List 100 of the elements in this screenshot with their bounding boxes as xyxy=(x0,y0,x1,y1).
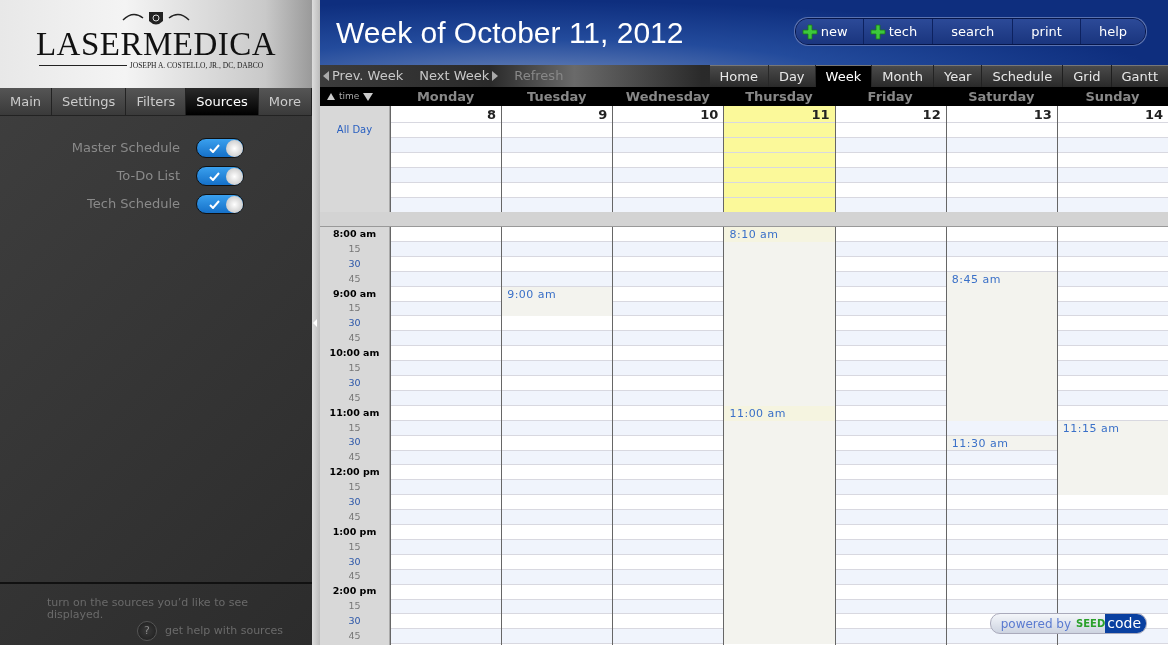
time-slot-label: 15 xyxy=(347,361,362,375)
check-icon xyxy=(209,172,220,181)
collapse-arrow-icon xyxy=(312,318,318,328)
source-label: To-Do List xyxy=(116,167,180,186)
day-column[interactable] xyxy=(612,227,724,645)
toolbar-button[interactable]: help xyxy=(1080,19,1145,44)
time-slot-label: 1:00 pm xyxy=(331,524,378,539)
time-slot-label: 45 xyxy=(347,331,362,346)
time-slot-label: 45 xyxy=(347,390,362,405)
help-button[interactable]: ? xyxy=(137,621,157,641)
time-slot-label: 30 xyxy=(347,375,362,390)
time-slot-label: 45 xyxy=(347,509,362,524)
all-day-cell[interactable] xyxy=(1057,122,1168,212)
all-day-cell[interactable] xyxy=(946,122,1057,212)
date-number: 10 xyxy=(699,106,720,122)
toolbar-button[interactable]: tech xyxy=(863,19,934,44)
day-name: Thursday xyxy=(744,88,814,106)
source-toggle[interactable] xyxy=(196,166,244,186)
day-name: Tuesday xyxy=(526,88,588,106)
time-slot-label: 15 xyxy=(347,599,362,614)
time-slot-label: 45 xyxy=(347,629,362,644)
event-block[interactable]: 11:15 am xyxy=(1057,420,1168,496)
view-tab[interactable]: Month xyxy=(872,65,933,87)
toolbar-button[interactable]: new xyxy=(795,19,864,44)
check-icon xyxy=(209,200,220,209)
source-toggle[interactable] xyxy=(196,194,244,214)
view-tab[interactable]: Grid xyxy=(1063,65,1111,87)
day-column[interactable] xyxy=(834,227,946,645)
time-label: time xyxy=(339,89,360,103)
triangle-icon xyxy=(323,71,330,81)
time-slot-label: 15 xyxy=(347,539,362,554)
time-slot-label: 9:00 am xyxy=(331,286,378,301)
time-slot-label: 45 xyxy=(347,271,362,286)
time-slot-label: 15 xyxy=(347,480,362,495)
day-column[interactable] xyxy=(390,227,502,645)
day-name: Friday xyxy=(866,88,914,106)
day-column[interactable]: 9:00 am xyxy=(501,227,613,645)
powered-by-badge[interactable]: powered by SEED code xyxy=(989,613,1147,634)
toolbar-button[interactable]: print xyxy=(1013,19,1081,44)
day-name: Saturday xyxy=(967,88,1036,106)
date-number: 12 xyxy=(921,106,942,122)
time-slot-label: 30 xyxy=(347,435,362,450)
time-slot-label: 15 xyxy=(347,301,362,316)
time-slot-label: 12:00 pm xyxy=(328,465,381,480)
all-day-cell[interactable] xyxy=(391,122,502,212)
toolbar-button[interactable]: search xyxy=(933,19,1014,44)
date-number: 13 xyxy=(1032,106,1053,122)
logo-text: LASERMEDICA xyxy=(35,28,277,60)
sidebar-tab[interactable]: Settings xyxy=(52,88,127,115)
plus-icon xyxy=(801,23,818,40)
sort-down-icon xyxy=(363,92,374,101)
view-tab[interactable]: Gantt xyxy=(1111,65,1168,87)
all-day-label: All Day xyxy=(335,123,374,137)
event-block[interactable]: 11:00 am xyxy=(724,405,835,645)
view-tab[interactable]: Year xyxy=(933,65,982,87)
date-number: 9 xyxy=(597,106,609,122)
day-name: Wednesday xyxy=(624,88,711,106)
day-name: Sunday xyxy=(1084,88,1141,106)
time-slot-label: 45 xyxy=(347,569,362,584)
time-slot-label: 15 xyxy=(347,420,362,435)
day-column[interactable]: 8:10 am 11:00 am xyxy=(723,227,835,645)
time-slot-label: 30 xyxy=(347,256,362,271)
event-block[interactable]: 9:00 am xyxy=(502,286,613,317)
time-slot-label: 11:00 am xyxy=(328,405,381,420)
time-slot-label: 2:00 pm xyxy=(331,584,378,599)
view-tab[interactable]: Home xyxy=(709,65,768,87)
splitter-bar[interactable] xyxy=(312,0,320,645)
view-tab[interactable]: Day xyxy=(768,65,815,87)
time-slot-label: 30 xyxy=(347,614,362,629)
view-tab[interactable]: Week xyxy=(815,65,872,87)
source-toggle[interactable] xyxy=(196,138,244,158)
week-title: Week of October 11, 2012 xyxy=(336,14,684,51)
source-label: Master Schedule xyxy=(71,139,180,158)
sort-up-icon xyxy=(327,93,335,100)
time-slot-label: 45 xyxy=(347,450,362,465)
day-name: Monday xyxy=(415,88,476,106)
all-day-cell[interactable] xyxy=(613,122,724,212)
check-icon xyxy=(209,144,220,153)
triangle-icon xyxy=(491,71,499,81)
nav-link[interactable]: Next Week xyxy=(419,66,499,86)
date-number: 14 xyxy=(1143,106,1164,122)
sidebar-tab[interactable]: More xyxy=(258,88,312,115)
time-slot-label: 15 xyxy=(347,241,362,256)
all-day-cell[interactable] xyxy=(502,122,613,212)
all-day-cell[interactable] xyxy=(835,122,946,212)
view-tab[interactable]: Schedule xyxy=(982,65,1063,87)
event-block[interactable]: 11:30 am xyxy=(946,435,1057,451)
time-slot-label: 8:00 am xyxy=(331,227,378,241)
time-slot-label: 30 xyxy=(347,495,362,510)
nav-link[interactable]: Prev. Week xyxy=(323,66,404,86)
time-slot-label: 10:00 am xyxy=(328,346,381,361)
event-block[interactable]: 8:45 am xyxy=(946,271,1057,421)
date-number: 11 xyxy=(810,106,831,122)
sidebar-tab[interactable]: Sources xyxy=(186,88,259,115)
source-label: Tech Schedule xyxy=(87,195,180,214)
sidebar-tab[interactable]: Filters xyxy=(126,88,187,115)
sidebar-tab[interactable]: Main xyxy=(0,88,53,115)
time-slot-label: 30 xyxy=(347,554,362,569)
event-block[interactable]: 8:10 am xyxy=(724,227,835,406)
date-number: 8 xyxy=(486,106,498,122)
